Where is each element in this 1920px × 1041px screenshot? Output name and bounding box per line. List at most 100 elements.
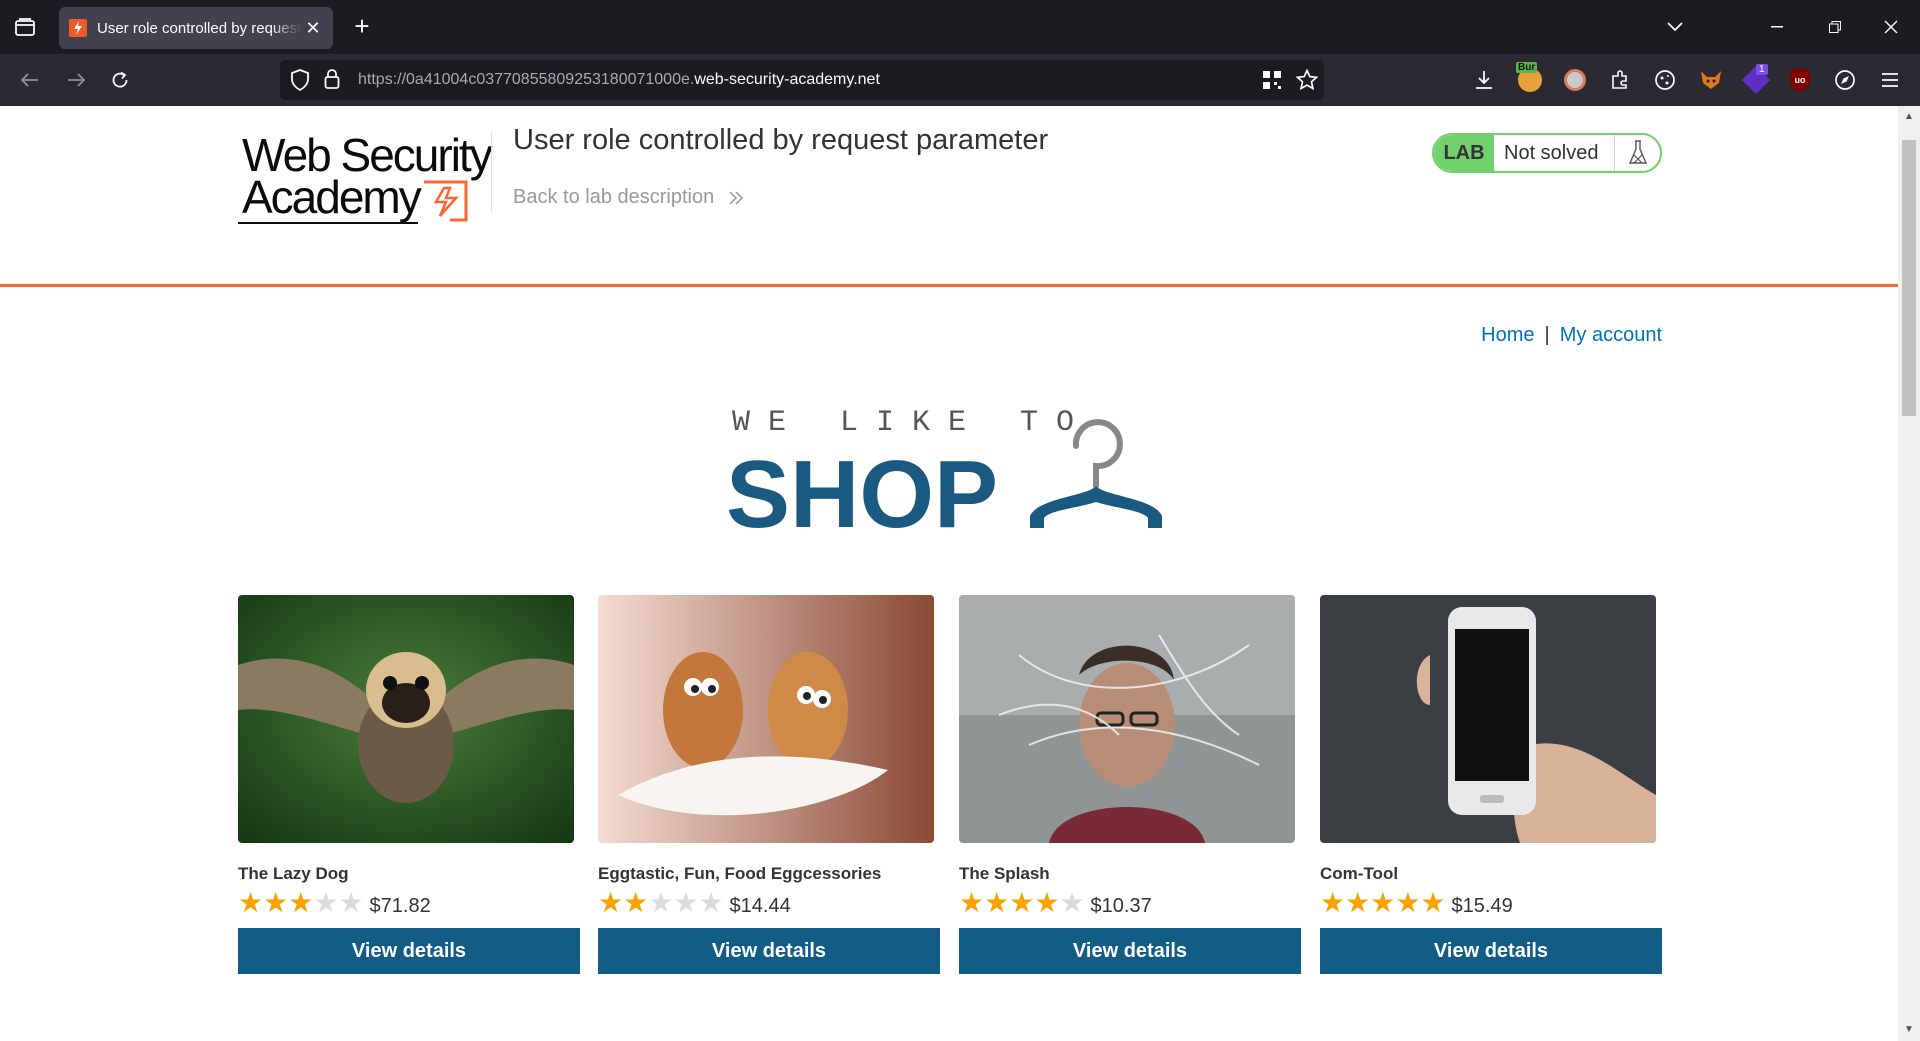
- product-price: $10.37: [1090, 894, 1152, 917]
- view-details-button[interactable]: View details: [1320, 928, 1662, 974]
- star-filled-icon: ★: [598, 887, 624, 918]
- star-empty-icon: ★: [313, 887, 339, 918]
- product-card: The Lazy Dog ★★★★★ $71.82 View details: [238, 595, 580, 974]
- shield-icon[interactable]: [290, 69, 310, 96]
- product-image-eggs: [598, 595, 934, 843]
- product-price: $14.44: [729, 894, 791, 917]
- logo-underline: [238, 222, 418, 224]
- logo-line2: Academy: [242, 171, 422, 223]
- nav-separator: |: [1544, 324, 1550, 346]
- web-security-academy-logo[interactable]: Web Security Academy: [238, 128, 493, 228]
- product-image-splash: [959, 595, 1295, 843]
- back-arrow-icon[interactable]: [14, 64, 46, 96]
- lightning-bolt-icon: [424, 180, 468, 222]
- product-card: Eggtastic, Fun, Food Eggcessories ★★★★★ …: [598, 595, 940, 974]
- menu-hamburger-icon[interactable]: [1876, 66, 1904, 94]
- tab-title: User role controlled by request: [97, 19, 301, 37]
- view-details-button[interactable]: View details: [959, 928, 1301, 974]
- lab-favicon-icon: [69, 19, 87, 37]
- url-bar[interactable]: https://0a41004c0377085580925318007100​0…: [280, 60, 1324, 100]
- scrollbar-thumb[interactable]: [1902, 140, 1916, 416]
- star-empty-icon: ★: [673, 887, 699, 918]
- lab-status-widget: LAB Not solved: [1432, 133, 1662, 173]
- star-filled-icon: ★: [984, 887, 1010, 918]
- burp-extension-icon[interactable]: Bur: [1516, 62, 1544, 94]
- browser-nav-bar: https://0a41004c0377085580925318007100​0…: [0, 54, 1920, 106]
- tab-close-icon[interactable]: ✕: [303, 18, 323, 38]
- star-filled-icon: ★: [1370, 887, 1396, 918]
- star-filled-icon: ★: [1320, 887, 1346, 918]
- star-empty-icon: ★: [648, 887, 674, 918]
- notification-extension-icon[interactable]: 1: [1741, 64, 1771, 95]
- star-rating: ★★★★★: [1320, 889, 1446, 917]
- lab-state-text: Not solved: [1504, 141, 1599, 164]
- close-window-icon[interactable]: [1876, 12, 1906, 42]
- product-name: The Lazy Dog: [238, 864, 349, 883]
- ublock-label: uo: [1790, 69, 1810, 91]
- product-rating-row: ★★★★★ $10.37: [959, 888, 1301, 918]
- lab-title: User role controlled by request paramete…: [513, 124, 1049, 156]
- compass-icon[interactable]: [1831, 66, 1859, 94]
- star-filled-icon: ★: [1420, 887, 1446, 918]
- star-rating: ★★★★★: [598, 889, 724, 917]
- view-details-button[interactable]: View details: [598, 928, 940, 974]
- page-content: Web Security Academy User role controlle…: [0, 106, 1898, 1041]
- bookmark-star-icon[interactable]: [1295, 68, 1319, 96]
- tab-list-icon[interactable]: [10, 12, 40, 42]
- burp-label: Bur: [1516, 62, 1538, 73]
- star-empty-icon: ★: [1059, 887, 1085, 918]
- home-link[interactable]: Home: [1481, 324, 1534, 346]
- double-chevron-right-icon: [729, 191, 743, 205]
- browser-tab-bar: User role controlled by request ✕ +: [0, 0, 1920, 54]
- product-image-lazy-dog: [238, 595, 574, 843]
- top-nav-links: Home | My account: [1481, 324, 1662, 347]
- product-card: Com-Tool ★★★★★ $15.49 View details: [1320, 595, 1662, 974]
- forward-arrow-icon[interactable]: [60, 64, 92, 96]
- star-filled-icon: ★: [238, 887, 264, 918]
- star-rating: ★★★★★: [959, 889, 1085, 917]
- new-tab-icon[interactable]: +: [347, 12, 377, 42]
- avatar-extension-icon[interactable]: [1561, 66, 1589, 94]
- active-tab[interactable]: User role controlled by request ✕: [59, 7, 333, 49]
- qr-code-icon[interactable]: [1262, 70, 1282, 95]
- star-filled-icon: ★: [1034, 887, 1060, 918]
- header-divider: [491, 132, 492, 212]
- star-rating: ★★★★★: [238, 889, 364, 917]
- clothes-hanger-icon: [1030, 419, 1162, 528]
- scroll-up-arrow-icon[interactable]: ▲: [1898, 108, 1920, 126]
- lock-icon[interactable]: [324, 69, 340, 94]
- banner-big-text: SHOP: [726, 441, 999, 548]
- tab-overflow-chevron-icon[interactable]: [1660, 12, 1690, 42]
- star-filled-icon: ★: [288, 887, 314, 918]
- product-rating-row: ★★★★★ $15.49: [1320, 888, 1662, 918]
- star-filled-icon: ★: [1009, 887, 1035, 918]
- scroll-down-arrow-icon[interactable]: ▼: [1898, 1021, 1920, 1039]
- view-details-button[interactable]: View details: [238, 928, 580, 974]
- download-icon[interactable]: [1470, 66, 1498, 94]
- star-filled-icon: ★: [1345, 887, 1371, 918]
- product-rating-row: ★★★★★ $14.44: [598, 888, 940, 918]
- product-image-com-tool: [1320, 595, 1656, 843]
- cookie-icon[interactable]: [1651, 66, 1679, 94]
- url-text[interactable]: https://0a41004c0377085580925318007100​0…: [358, 71, 880, 89]
- fox-extension-icon[interactable]: [1697, 66, 1725, 94]
- back-link-label: Back to lab description: [513, 186, 715, 208]
- reload-icon[interactable]: [104, 64, 136, 96]
- flask-icon[interactable]: [1614, 135, 1660, 171]
- minimize-icon[interactable]: [1762, 12, 1792, 42]
- product-rating-row: ★★★★★ $71.82: [238, 888, 580, 918]
- back-to-lab-description-link[interactable]: Back to lab description: [513, 186, 744, 209]
- page-scrollbar[interactable]: ▲ ▼: [1898, 106, 1920, 1041]
- product-price: $71.82: [369, 894, 431, 917]
- extensions-puzzle-icon[interactable]: [1606, 66, 1634, 94]
- we-like-to-shop-banner: WE LIKE TO SHOP: [720, 406, 1180, 548]
- my-account-link[interactable]: My account: [1560, 324, 1662, 346]
- star-filled-icon: ★: [959, 887, 985, 918]
- star-empty-icon: ★: [698, 887, 724, 918]
- star-filled-icon: ★: [623, 887, 649, 918]
- ublock-icon[interactable]: uo: [1786, 66, 1814, 94]
- product-name: Com-Tool: [1320, 864, 1399, 883]
- header-orange-rule: [0, 284, 1898, 287]
- restore-icon[interactable]: [1820, 12, 1850, 42]
- star-filled-icon: ★: [1395, 887, 1421, 918]
